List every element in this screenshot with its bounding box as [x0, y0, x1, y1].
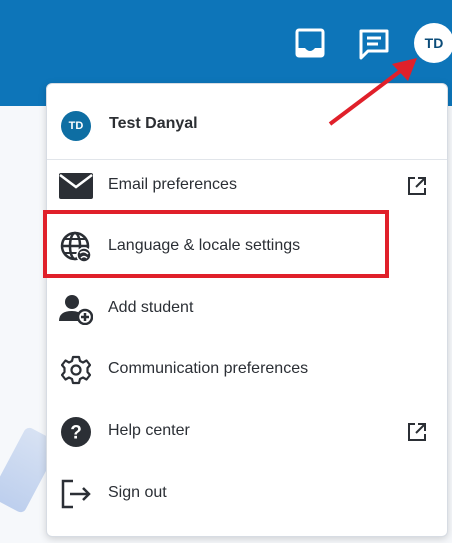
user-avatar: TD — [61, 111, 91, 141]
menu-item-label: Help center — [108, 422, 190, 439]
menu-item-label: Sign out — [108, 484, 167, 501]
menu-item-add-student[interactable]: Add student — [47, 279, 447, 339]
inbox-icon[interactable] — [295, 28, 325, 58]
avatar-initials: TD — [424, 35, 444, 51]
menu-item-label: Communication preferences — [108, 360, 309, 377]
menu-item-label: Email preferences — [108, 176, 237, 193]
menu-item-help-center[interactable]: ? Help center — [47, 402, 447, 462]
svg-text:?: ? — [70, 423, 82, 444]
mail-icon — [59, 170, 93, 202]
external-link-icon — [405, 174, 429, 198]
highlight-box — [43, 210, 389, 278]
add-user-icon — [59, 293, 93, 325]
external-link-icon — [405, 420, 429, 444]
menu-item-sign-out[interactable]: Sign out — [47, 464, 447, 524]
sign-out-icon — [59, 478, 93, 510]
annotation-arrow — [328, 58, 417, 126]
help-icon: ? — [59, 416, 93, 448]
gear-icon — [59, 354, 93, 386]
user-name: Test Danyal — [109, 115, 198, 132]
menu-item-communication-preferences[interactable]: Communication preferences — [47, 340, 447, 400]
menu-item-label: Add student — [108, 299, 194, 316]
menu-item-email-preferences[interactable]: Email preferences — [47, 156, 447, 216]
account-menu: TD Test Danyal Email preferences Languag… — [46, 83, 448, 537]
user-avatar-initials: TD — [68, 120, 84, 132]
